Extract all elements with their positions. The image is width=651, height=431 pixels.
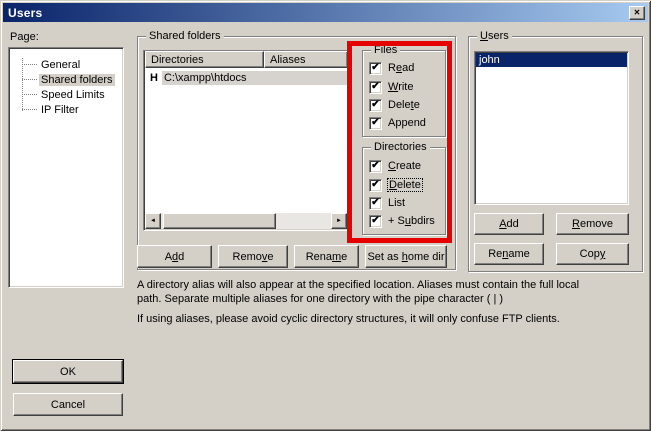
remove-user-button[interactable]: Remove xyxy=(556,213,629,235)
checkbox-row-delete-dir[interactable]: ✔ Delete xyxy=(369,178,422,192)
check-icon: ✔ xyxy=(371,63,379,73)
directories-group-label: Directories xyxy=(371,140,430,154)
create-checkbox[interactable]: ✔ xyxy=(369,160,382,173)
page-item-label: General xyxy=(39,59,82,71)
users-list: john xyxy=(474,51,629,205)
read-label: Read xyxy=(388,62,414,74)
add-user-label: Add xyxy=(499,218,519,230)
add-directory-button[interactable]: Add xyxy=(137,245,212,268)
checkbox-row-append[interactable]: ✔ Append xyxy=(369,116,426,130)
scroll-right-button[interactable]: ► xyxy=(331,213,347,229)
tree-branch-icon xyxy=(22,94,37,95)
write-label: Write xyxy=(388,81,413,93)
rename-user-label: Rename xyxy=(488,248,530,260)
append-checkbox[interactable]: ✔ xyxy=(369,117,382,130)
scrollbar-track[interactable] xyxy=(276,213,331,229)
column-header-directories[interactable]: Directories xyxy=(145,51,264,68)
delete-file-label: Delete xyxy=(388,99,420,111)
close-button[interactable]: ✕ xyxy=(629,6,645,20)
copy-user-label: Copy xyxy=(580,248,606,260)
cyclic-note: If using aliases, please avoid cyclic di… xyxy=(137,313,560,325)
check-icon: ✔ xyxy=(371,118,379,128)
shared-folders-group-label: Shared folders xyxy=(146,29,224,43)
list-checkbox[interactable]: ✔ xyxy=(369,197,382,210)
checkbox-row-read[interactable]: ✔ Read xyxy=(369,61,414,75)
rename-user-button[interactable]: Rename xyxy=(474,243,544,265)
scroll-right-icon: ► xyxy=(336,218,342,224)
users-group-label: Users xyxy=(477,29,512,43)
page-label: Page: xyxy=(10,31,39,43)
append-label: Append xyxy=(388,117,426,129)
alias-note-line1: A directory alias will also appear at th… xyxy=(137,279,579,291)
check-icon: ✔ xyxy=(371,180,379,190)
read-checkbox[interactable]: ✔ xyxy=(369,62,382,75)
close-icon: ✕ xyxy=(634,9,641,17)
ok-button[interactable]: OK xyxy=(13,360,123,383)
page-item-label: Shared folders xyxy=(39,74,115,86)
checkbox-row-delete-file[interactable]: ✔ Delete xyxy=(369,98,420,112)
column-header-label: Directories xyxy=(151,54,204,66)
delete-file-checkbox[interactable]: ✔ xyxy=(369,99,382,112)
page-list: General Shared folders Speed Limits IP F… xyxy=(8,47,124,288)
write-checkbox[interactable]: ✔ xyxy=(369,81,382,94)
user-name: john xyxy=(479,54,500,66)
page-item-ip-filter[interactable]: IP Filter xyxy=(9,102,123,117)
alias-note-line2: path. Separate multiple aliases for one … xyxy=(137,293,503,305)
check-icon: ✔ xyxy=(371,198,379,208)
files-group-label: Files xyxy=(371,43,400,57)
window-title: Users xyxy=(8,6,42,20)
directory-row[interactable]: H C:\xampp\htdocs xyxy=(144,70,348,86)
column-header-label: Aliases xyxy=(270,54,305,66)
scrollbar-thumb[interactable] xyxy=(163,213,276,229)
check-icon: ✔ xyxy=(371,82,379,92)
remove-directory-label: Remove xyxy=(233,251,274,263)
cancel-label: Cancel xyxy=(51,399,85,411)
check-icon: ✔ xyxy=(371,161,379,171)
page-item-label: Speed Limits xyxy=(39,89,107,101)
remove-directory-button[interactable]: Remove xyxy=(218,245,288,268)
set-as-home-dir-button[interactable]: Set as home dir xyxy=(365,245,447,268)
home-directory-marker: H xyxy=(144,72,162,84)
horizontal-scrollbar[interactable]: ◄ ► xyxy=(145,213,347,229)
page-item-label: IP Filter xyxy=(39,104,81,116)
delete-dir-label: Delete xyxy=(387,178,423,192)
ok-label: OK xyxy=(60,366,76,378)
copy-user-button[interactable]: Copy xyxy=(556,243,629,265)
checkbox-row-write[interactable]: ✔ Write xyxy=(369,80,413,94)
user-row-john[interactable]: john xyxy=(476,53,627,67)
page-item-general[interactable]: General xyxy=(9,57,123,72)
page-item-speed-limits[interactable]: Speed Limits xyxy=(9,87,123,102)
add-directory-label: Add xyxy=(165,251,185,263)
remove-user-label: Remove xyxy=(572,218,613,230)
create-label: Create xyxy=(388,160,421,172)
set-as-home-dir-label: Set as home dir xyxy=(367,251,444,263)
subdirs-label: + Subdirs xyxy=(388,215,435,227)
column-header-aliases[interactable]: Aliases xyxy=(264,51,348,68)
scroll-left-button[interactable]: ◄ xyxy=(145,213,161,229)
cancel-button[interactable]: Cancel xyxy=(13,393,123,416)
check-icon: ✔ xyxy=(371,216,379,226)
rename-directory-button[interactable]: Rename xyxy=(294,245,359,268)
tree-branch-icon xyxy=(22,64,37,65)
subdirs-checkbox[interactable]: ✔ xyxy=(369,215,382,228)
checkbox-row-create[interactable]: ✔ Create xyxy=(369,159,421,173)
add-user-button[interactable]: Add xyxy=(474,213,544,235)
checkbox-row-subdirs[interactable]: ✔ + Subdirs xyxy=(369,214,435,228)
directory-path: C:\xampp\htdocs xyxy=(162,71,348,85)
scroll-left-icon: ◄ xyxy=(150,218,156,224)
list-label: List xyxy=(388,197,405,209)
tree-branch-icon xyxy=(22,109,37,110)
delete-dir-checkbox[interactable]: ✔ xyxy=(369,179,382,192)
rename-directory-label: Rename xyxy=(306,251,348,263)
checkbox-row-list[interactable]: ✔ List xyxy=(369,196,405,210)
title-bar[interactable]: Users ✕ xyxy=(3,3,648,22)
check-icon: ✔ xyxy=(371,100,379,110)
page-item-shared-folders[interactable]: Shared folders xyxy=(9,72,123,87)
directories-listview: Directories Aliases H C:\xampp\htdocs ◄ … xyxy=(143,50,349,231)
users-dialog: { "colors": { "titlebar_gradient_start":… xyxy=(0,0,651,431)
tree-branch-icon xyxy=(22,79,37,80)
